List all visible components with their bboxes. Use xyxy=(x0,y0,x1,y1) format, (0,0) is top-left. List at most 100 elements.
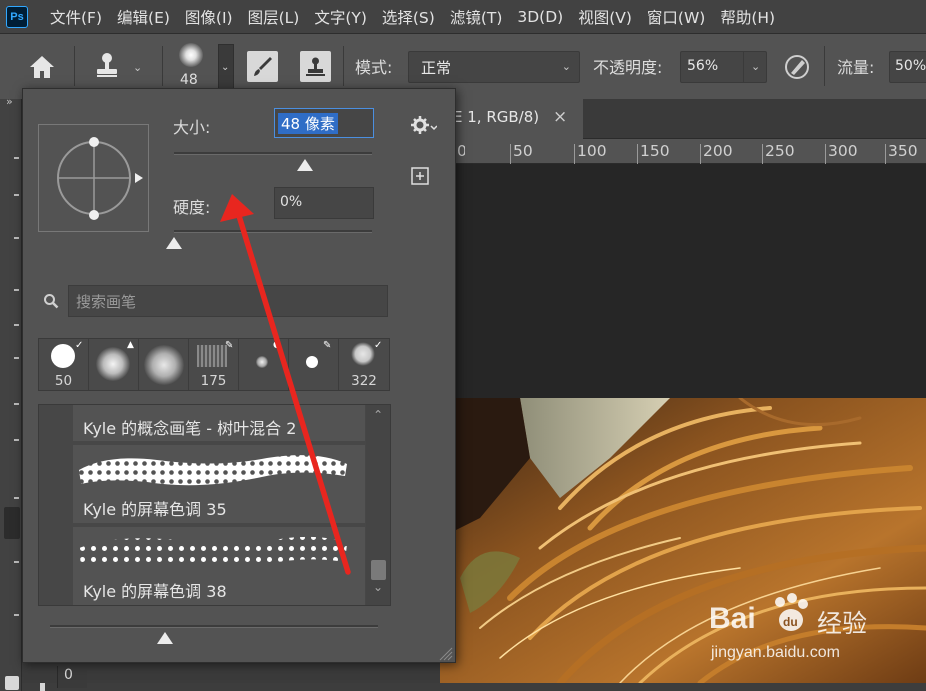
left-panel-value: 0 xyxy=(64,667,73,683)
preset-tile[interactable] xyxy=(139,339,189,390)
menu-help[interactable]: 帮助(H) xyxy=(720,6,775,28)
scroll-down-icon[interactable]: ⌄ xyxy=(373,580,383,594)
brush-name: Kyle 的屏幕色调 35 xyxy=(83,500,227,519)
document-tab-bar: E 1, RGB/8) × xyxy=(440,99,926,139)
brush-search-input[interactable]: 搜索画笔 xyxy=(68,285,388,317)
mode-label: 模式: xyxy=(355,58,393,77)
close-tab-icon[interactable]: × xyxy=(553,107,567,127)
brush-icon xyxy=(254,57,272,76)
ruler-label: 100 xyxy=(577,142,607,160)
preset-tile[interactable]: ● xyxy=(239,339,289,390)
brush-stroke-preview xyxy=(79,536,347,568)
brush-preset-icon: ✓ xyxy=(75,340,84,351)
canvas-image[interactable]: Bai du 经验 jingyan.baidu.com xyxy=(440,398,926,683)
photoshop-logo[interactable]: Ps xyxy=(6,5,28,28)
menu-file[interactable]: 文件(F) xyxy=(50,6,102,28)
size-value: 48 像素 xyxy=(278,113,338,134)
flow-field[interactable]: 50% xyxy=(889,51,926,83)
brush-list-item[interactable]: Kyle 的概念画笔 - 树叶混合 2 xyxy=(73,405,365,441)
ruler-label: 50 xyxy=(513,142,533,160)
opacity-field[interactable]: 56% ⌄ xyxy=(680,51,767,83)
document-tab[interactable]: E 1, RGB/8) × xyxy=(440,99,583,139)
expand-panel-icon[interactable]: » xyxy=(6,95,13,108)
opacity-label: 不透明度: xyxy=(593,58,663,77)
chevron-down-icon[interactable]: ⌄ xyxy=(751,60,760,73)
menu-type[interactable]: 文字(Y) xyxy=(314,6,367,28)
brush-size-value: 48 xyxy=(180,72,198,88)
preset-tile[interactable]: ✓ 322 xyxy=(339,339,389,390)
preview-size-slider-track[interactable] xyxy=(50,625,378,628)
search-icon xyxy=(44,294,59,309)
active-tool-marker[interactable] xyxy=(4,507,20,539)
preset-size: 50 xyxy=(54,373,73,389)
preview-size-slider-thumb[interactable] xyxy=(156,632,173,644)
hardness-field[interactable]: 0% xyxy=(274,187,374,219)
chevron-down-icon: ⌄ xyxy=(561,60,571,73)
brush-settings-toggle[interactable] xyxy=(247,51,278,82)
home-icon[interactable] xyxy=(28,54,56,80)
preset-tile[interactable]: ✎ xyxy=(289,339,339,390)
mode-value: 正常 xyxy=(421,59,452,77)
stamp-preset-icon: ▲ xyxy=(127,340,134,350)
hardness-slider-track[interactable] xyxy=(174,230,372,233)
recent-brush-presets: ✓ 50 ▲ ✎ 175 ● ✎ ✓ 322 xyxy=(38,338,390,391)
ruler-label: 250 xyxy=(765,142,795,160)
brush-search-placeholder: 搜索画笔 xyxy=(76,293,137,311)
hardness-slider-thumb[interactable] xyxy=(166,237,182,249)
brush-list: Kyle 的概念画笔 - 树叶混合 2 Kyle 的屏幕色调 35 Kyle 的… xyxy=(38,404,391,606)
preset-tile[interactable]: ✓ 50 xyxy=(39,339,89,390)
gear-icon[interactable] xyxy=(411,115,437,135)
menu-3d[interactable]: 3D(D) xyxy=(517,8,563,26)
preset-tile[interactable]: ✎ 175 xyxy=(189,339,239,390)
baidu-watermark: Bai du 经验 jingyan.baidu.com xyxy=(705,588,915,674)
watermark-brand: Bai xyxy=(709,602,756,635)
brush-preset-picker[interactable]: 48 xyxy=(176,43,206,93)
menu-image[interactable]: 图像(I) xyxy=(185,6,233,28)
menu-select[interactable]: 选择(S) xyxy=(382,6,435,28)
size-label: 大小: xyxy=(173,118,211,137)
left-panel-field[interactable]: 0 xyxy=(57,666,87,688)
brush-picker-dropdown-button[interactable]: ⌄ xyxy=(218,44,234,90)
brush-stroke-preview xyxy=(79,455,347,486)
menu-layer[interactable]: 图层(L) xyxy=(248,6,300,28)
menu-bar: Ps 文件(F) 编辑(E) 图像(I) 图层(L) 文字(Y) 选择(S) 滤… xyxy=(0,0,926,33)
chevron-down-icon: ⌄ xyxy=(221,62,230,73)
watermark-jingyan: 经验 xyxy=(817,609,868,638)
clone-source-toggle[interactable] xyxy=(300,51,331,82)
canvas-pasteboard[interactable] xyxy=(440,164,926,398)
size-field[interactable]: 48 像素 xyxy=(274,108,374,138)
scroll-up-icon[interactable]: ⌄ xyxy=(373,407,383,421)
brush-tip-preview xyxy=(179,43,203,67)
mode-dropdown[interactable]: 正常 ⌄ xyxy=(408,51,580,83)
brush-list-item[interactable]: Kyle 的屏幕色调 35 xyxy=(73,445,365,523)
resize-grip-icon[interactable] xyxy=(437,645,453,661)
watermark-url: jingyan.baidu.com xyxy=(711,644,840,661)
preset-size: 322 xyxy=(351,373,377,389)
menu-filter[interactable]: 滤镜(T) xyxy=(450,6,503,28)
clone-source-icon xyxy=(306,57,325,76)
menu-window[interactable]: 窗口(W) xyxy=(647,6,705,28)
menu-edit[interactable]: 编辑(E) xyxy=(117,6,170,28)
brush-preset-icon: ✎ xyxy=(225,340,234,351)
brush-preset-icon: ✓ xyxy=(374,340,383,351)
brush-list-scrollbar[interactable]: ⌄ ⌄ xyxy=(366,405,390,605)
preset-size: 175 xyxy=(200,373,227,389)
size-slider-track[interactable] xyxy=(174,152,372,155)
brush-list-item[interactable]: Kyle 的屏幕色调 38 xyxy=(73,527,365,605)
document-tab-title: E 1, RGB/8) xyxy=(453,108,540,126)
pressure-opacity-icon[interactable] xyxy=(782,51,812,81)
preset-tile[interactable]: ▲ xyxy=(89,339,139,390)
size-slider-thumb[interactable] xyxy=(297,159,313,171)
svg-text:du: du xyxy=(783,615,798,629)
clone-stamp-icon[interactable] xyxy=(93,51,121,79)
foreground-color-swatch[interactable] xyxy=(5,676,19,690)
tool-preset-chevron-icon[interactable]: ⌄ xyxy=(133,61,142,74)
flow-label: 流量: xyxy=(837,58,875,77)
flow-value: 50% xyxy=(895,58,926,74)
scrollbar-thumb[interactable] xyxy=(371,560,386,580)
new-preset-icon[interactable] xyxy=(411,167,429,185)
brush-name: Kyle 的屏幕色调 38 xyxy=(83,582,227,601)
brush-angle-roundness-preview[interactable] xyxy=(38,124,149,232)
menu-view[interactable]: 视图(V) xyxy=(578,6,632,28)
stamp-preset-icon: ● xyxy=(273,340,281,350)
